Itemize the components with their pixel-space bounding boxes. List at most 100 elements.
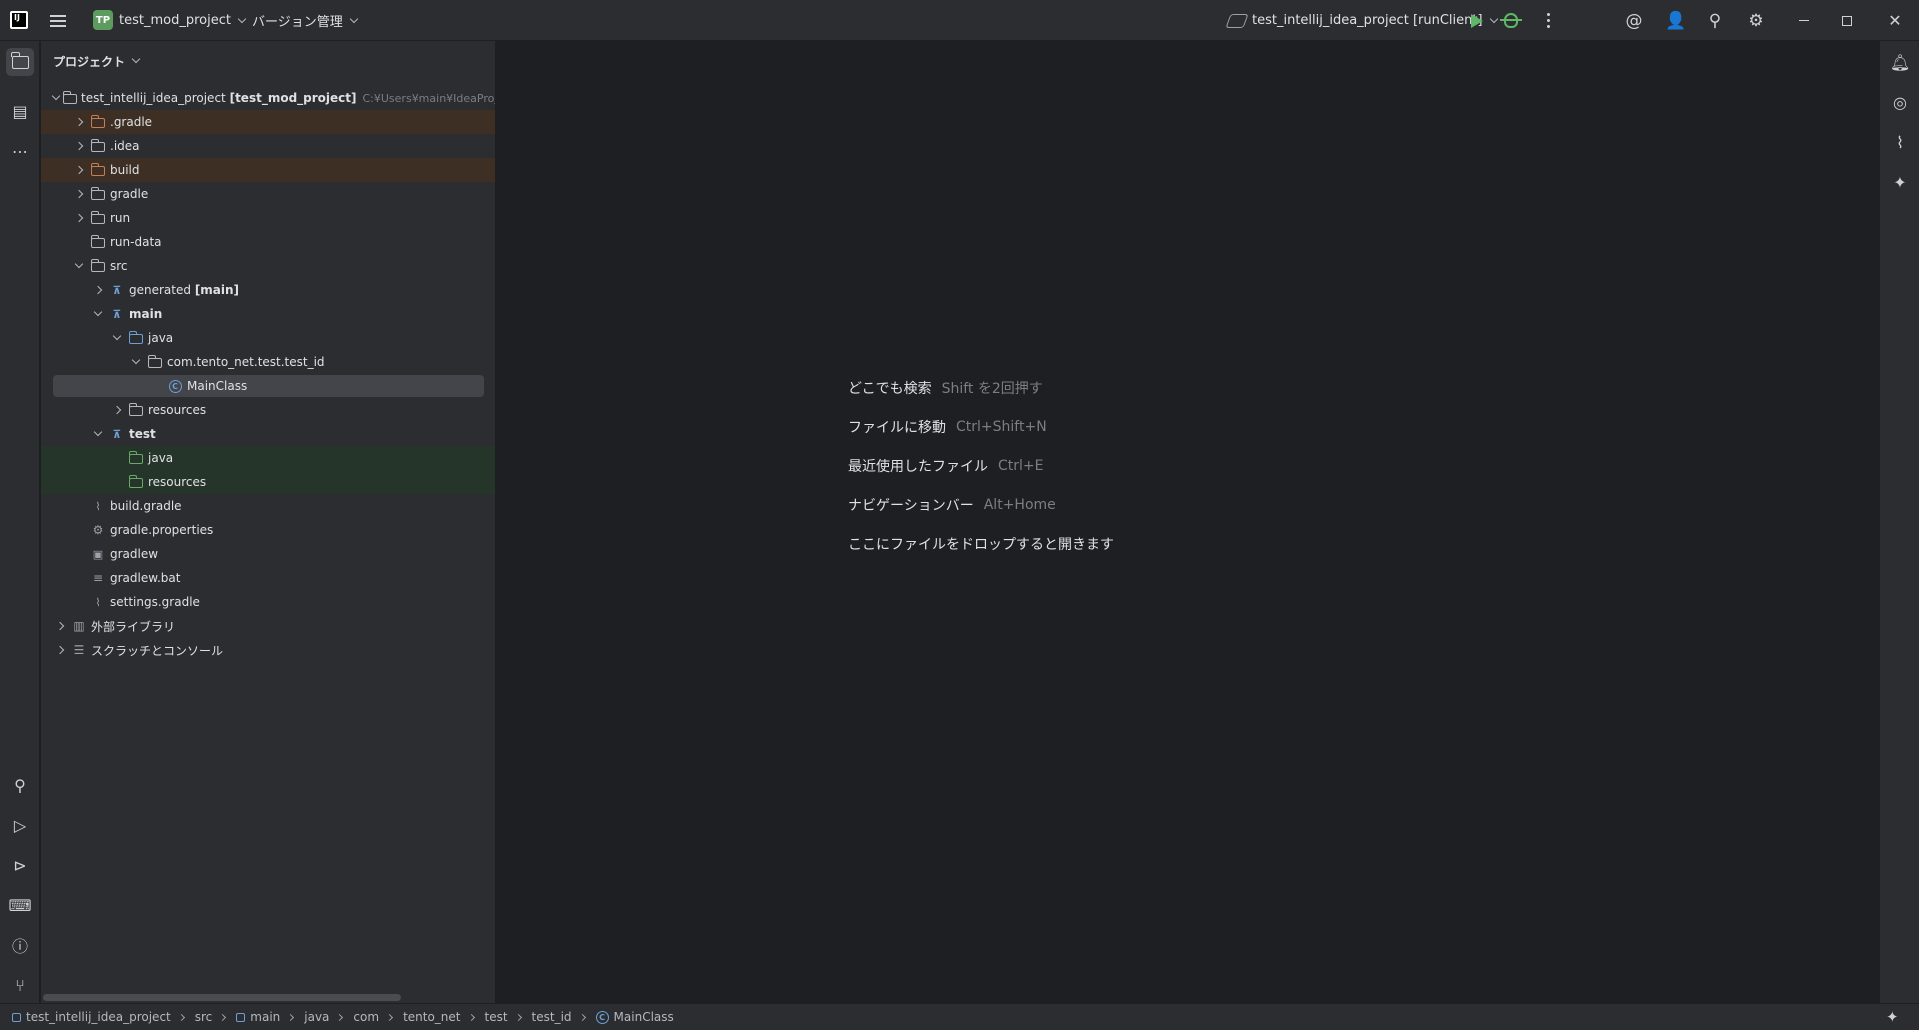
project-badge[interactable]: TP bbox=[93, 10, 113, 30]
tree-item-test[interactable]: ⊼ test bbox=[41, 422, 495, 446]
main-menu-button[interactable] bbox=[48, 0, 68, 41]
gradle-elephant-icon: ⌇ bbox=[1896, 132, 1904, 152]
debug-button[interactable] bbox=[1500, 0, 1522, 41]
tree-item-gradle[interactable]: gradle bbox=[41, 182, 495, 206]
tree-item-build-gradle[interactable]: ⌇ build.gradle bbox=[41, 494, 495, 518]
tree-item-label: resources bbox=[148, 403, 207, 417]
terminal-tool-button[interactable]: ⌨ bbox=[6, 891, 34, 919]
tree-item-scratches[interactable]: ☰ スクラッチとコンソール bbox=[41, 638, 495, 662]
services-tool-button[interactable]: ⊳ bbox=[6, 851, 34, 879]
git-tool-button[interactable]: ⑂ bbox=[6, 971, 34, 999]
breadcrumb-item[interactable]: java bbox=[304, 1010, 329, 1024]
sparkle-icon[interactable]: ✦ bbox=[1886, 1008, 1899, 1026]
chevron-down-icon[interactable] bbox=[91, 427, 105, 437]
tree-item-gradlew-bat[interactable]: ≡ gradlew.bat bbox=[41, 566, 495, 590]
chevron-down-icon[interactable] bbox=[91, 307, 105, 317]
intellij-logo-icon[interactable]: IJ bbox=[10, 11, 28, 29]
structure-tool-button[interactable]: ▤ bbox=[6, 97, 34, 125]
find-tool-button[interactable]: ⚲ bbox=[6, 771, 34, 799]
vcs-menu[interactable]: バージョン管理 bbox=[252, 0, 358, 41]
more-tools-button[interactable]: ⋯ bbox=[6, 137, 34, 165]
breadcrumb-item[interactable]: test_intellij_idea_project bbox=[26, 1010, 171, 1024]
minimize-button[interactable] bbox=[1794, 0, 1814, 41]
maximize-button[interactable] bbox=[1837, 0, 1857, 41]
breadcrumb-item[interactable]: tento_net bbox=[403, 1010, 460, 1024]
chevron-right-icon[interactable] bbox=[72, 213, 86, 223]
gradle-tool-button[interactable]: ⌇ bbox=[1886, 128, 1914, 156]
chevron-down-icon[interactable] bbox=[129, 355, 143, 365]
chevron-right-icon bbox=[336, 1013, 344, 1021]
search-icon: ⚲ bbox=[1708, 10, 1722, 31]
tree-item-resources[interactable]: resources bbox=[41, 398, 495, 422]
breadcrumb-item[interactable]: src bbox=[195, 1010, 213, 1024]
search-everywhere-button[interactable]: ⚲ bbox=[1705, 0, 1725, 41]
close-window-button[interactable]: ✕ bbox=[1885, 0, 1905, 41]
tree-item-settings-gradle[interactable]: ⌇ settings.gradle bbox=[41, 590, 495, 614]
tree-item-label: build.gradle bbox=[110, 499, 182, 513]
more-actions-button[interactable] bbox=[1546, 0, 1550, 41]
play-outline-icon: ▷ bbox=[13, 815, 27, 835]
resources-folder-icon bbox=[128, 403, 144, 417]
notifications-button[interactable]: 🔔︎ bbox=[1886, 48, 1914, 76]
chevron-down-icon[interactable] bbox=[110, 331, 124, 341]
tree-item-src[interactable]: src bbox=[41, 254, 495, 278]
chat-icon: ◎ bbox=[1893, 92, 1907, 112]
tree-item-run-data[interactable]: run-data bbox=[41, 230, 495, 254]
chevron-down-icon[interactable] bbox=[51, 91, 61, 101]
tree-item-main-class[interactable]: C MainClass bbox=[41, 374, 495, 398]
chevron-right-icon[interactable] bbox=[91, 285, 105, 295]
tree-item-label: .gradle bbox=[110, 115, 153, 129]
ai-assistant-tool-button[interactable]: ✦ bbox=[1886, 168, 1914, 196]
run-button[interactable] bbox=[1471, 0, 1483, 41]
ai-chat-button[interactable]: ◎ bbox=[1886, 88, 1914, 116]
breadcrumb-item[interactable]: test bbox=[485, 1010, 508, 1024]
chevron-right-icon[interactable] bbox=[72, 141, 86, 151]
tree-item-test-resources[interactable]: resources bbox=[41, 470, 495, 494]
chevron-down-icon bbox=[237, 14, 247, 23]
chevron-right-icon[interactable] bbox=[53, 621, 67, 631]
status-bar: test_intellij_idea_project src main java… bbox=[0, 1003, 1919, 1030]
test-resources-folder-icon bbox=[128, 475, 144, 489]
editor-area[interactable]: どこでも検索 Shift を2回押す ファイルに移動 Ctrl+Shift+N 最近… bbox=[497, 41, 1878, 1003]
root-path: C:¥Users¥main¥IdeaProjects¥test bbox=[362, 91, 496, 105]
tree-item-gradlew[interactable]: ▣ gradlew bbox=[41, 542, 495, 566]
chevron-down-icon[interactable] bbox=[72, 259, 86, 269]
ai-assistant-button[interactable]: @ bbox=[1624, 0, 1644, 41]
chevron-right-icon[interactable] bbox=[110, 405, 124, 415]
tree-item-gradle-properties[interactable]: ⚙ gradle.properties bbox=[41, 518, 495, 542]
tree-item-main[interactable]: ⊼ main bbox=[41, 302, 495, 326]
code-with-me-button[interactable]: 👤 bbox=[1665, 0, 1687, 41]
chevron-right-icon[interactable] bbox=[72, 117, 86, 127]
project-selector[interactable]: test_mod_project bbox=[119, 0, 247, 41]
breadcrumb-item[interactable]: com bbox=[353, 1010, 379, 1024]
tree-item-generated[interactable]: ⊼ generated [main] bbox=[41, 278, 495, 302]
breadcrumb-item[interactable]: main bbox=[250, 1010, 280, 1024]
tree-item-label: java bbox=[148, 451, 174, 465]
tree-item-idea-dir[interactable]: .idea bbox=[41, 134, 495, 158]
chevron-right-icon[interactable] bbox=[72, 189, 86, 199]
breadcrumb-item[interactable]: test_id bbox=[532, 1010, 572, 1024]
tree-item-run[interactable]: run bbox=[41, 206, 495, 230]
chevron-right-icon[interactable] bbox=[72, 165, 86, 175]
breadcrumb-item[interactable]: MainClass bbox=[614, 1010, 674, 1024]
project-view-selector[interactable]: プロジェクト bbox=[53, 51, 141, 71]
sparkle-icon: ✦ bbox=[1893, 172, 1907, 192]
chevron-right-icon[interactable] bbox=[53, 645, 67, 655]
run-tool-button[interactable]: ▷ bbox=[6, 811, 34, 839]
tree-item-build-dir[interactable]: build bbox=[41, 158, 495, 182]
problems-tool-button[interactable]: ⓘ bbox=[6, 931, 34, 959]
tree-item-gradle-dir[interactable]: .gradle bbox=[41, 110, 495, 134]
chevron-right-icon bbox=[386, 1013, 394, 1021]
settings-button[interactable]: ⚙ bbox=[1746, 0, 1766, 41]
tree-item-test-java[interactable]: java bbox=[41, 446, 495, 470]
tree-item-package[interactable]: com.tento_net.test.test_id bbox=[41, 350, 495, 374]
tree-item-external-libraries[interactable]: ▥ 外部ライブラリ bbox=[41, 614, 495, 638]
run-config-selector[interactable]: test_intellij_idea_project [runClient] bbox=[1225, 0, 1498, 41]
project-tool-button[interactable] bbox=[6, 48, 34, 76]
add-user-icon: 👤 bbox=[1665, 10, 1687, 31]
tree-item-java[interactable]: java bbox=[41, 326, 495, 350]
tree-item-root[interactable]: test_intellij_idea_project [test_mod_pro… bbox=[41, 86, 496, 110]
chevron-right-icon bbox=[219, 1013, 227, 1021]
horizontal-scrollbar[interactable] bbox=[43, 994, 401, 1001]
excluded-folder-icon bbox=[90, 115, 106, 129]
